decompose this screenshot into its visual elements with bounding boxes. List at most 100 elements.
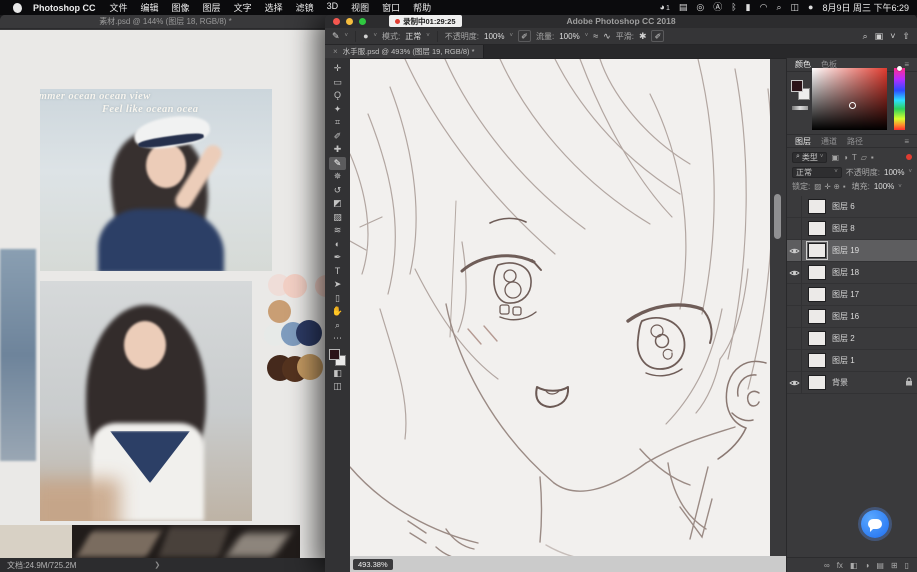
lasso-tool[interactable]: Ǫ — [329, 89, 346, 103]
layer-thumbnail[interactable] — [808, 331, 826, 346]
layer-thumbnail[interactable] — [808, 309, 826, 324]
lock-position-icon[interactable]: ⊕ — [834, 182, 840, 191]
panel-menu-icon[interactable]: ≡ — [904, 60, 909, 69]
new-layer-icon[interactable]: ⊞ — [891, 561, 898, 570]
brush-tool[interactable]: ✎ — [329, 157, 346, 171]
filter-pixel-layers-icon[interactable]: ▣ — [831, 153, 839, 162]
layer-thumbnail[interactable] — [808, 353, 826, 368]
layer-group-icon[interactable]: ▤ — [876, 561, 884, 570]
filter-smart-objects-icon[interactable]: ▪ — [871, 153, 874, 162]
foreground-background-swatches[interactable] — [329, 349, 346, 366]
reference-window[interactable]: 素材.psd @ 144% (图层 18, RGB/8) * summer oc… — [0, 15, 331, 572]
shape-tool[interactable]: ▯ — [329, 292, 346, 306]
layer-thumbnail[interactable] — [808, 375, 826, 390]
crop-tool[interactable]: ⌗ — [329, 116, 346, 130]
link-layers-icon[interactable]: ∞ — [824, 561, 830, 570]
share-icon[interactable]: ⇧ — [902, 31, 910, 42]
layer-row-2[interactable]: 图层 19 — [787, 240, 917, 262]
tab-paths[interactable]: 路径 — [847, 136, 863, 147]
reference-window-titlebar[interactable]: 素材.psd @ 144% (图层 18, RGB/8) * — [0, 15, 331, 29]
chevron-down-icon[interactable]: ˅ — [345, 33, 349, 39]
minimize-window-button[interactable] — [346, 18, 353, 25]
layer-row-7[interactable]: 图层 1 — [787, 350, 917, 372]
chat-app-badge[interactable] — [861, 510, 889, 538]
siri-icon[interactable]: ● — [808, 0, 813, 15]
brush-settings-gear-icon[interactable]: ✱ — [639, 31, 647, 42]
reference-canvas[interactable]: summer ocean ocean view Feel like ocean … — [0, 30, 331, 558]
mode-value[interactable]: 正常 — [405, 31, 421, 42]
display-mirroring-icon[interactable]: ▤ — [679, 0, 688, 15]
move-tool[interactable]: ✛ — [329, 62, 346, 76]
menu-item-2[interactable]: 图像 — [172, 1, 190, 14]
healing-brush-tool[interactable]: ✚ — [329, 143, 346, 157]
status-caret-icon[interactable]: ❯ — [154, 561, 160, 569]
app-menu-title[interactable]: Photoshop CC — [33, 3, 96, 13]
marquee-tool[interactable]: ▭ — [329, 76, 346, 90]
hand-tool[interactable]: ✋ — [329, 305, 346, 319]
photoshop-titlebar[interactable]: Adobe Photoshop CC 2018 录制中01:29:25 — [325, 14, 917, 28]
bluetooth-icon[interactable]: ᛒ — [731, 0, 736, 15]
menu-item-10[interactable]: 帮助 — [413, 1, 431, 14]
layer-visibility-empty[interactable] — [787, 196, 802, 218]
spotlight-icon[interactable]: ⌕ — [776, 0, 781, 15]
apple-menu-icon[interactable] — [13, 3, 22, 13]
tools-ellipsis-icon[interactable]: ⋯ — [329, 332, 346, 346]
input-source-icon[interactable]: Ⓐ — [713, 0, 722, 15]
filter-type-layers-icon[interactable]: T — [852, 153, 857, 162]
foreground-color-swatch[interactable] — [329, 349, 340, 360]
menu-item-5[interactable]: 选择 — [265, 1, 283, 14]
menu-item-1[interactable]: 编辑 — [141, 1, 159, 14]
layer-row-8[interactable]: 背景 — [787, 372, 917, 394]
layer-visibility-eye-icon[interactable] — [787, 372, 802, 394]
screen-mode-icon[interactable]: ◫ — [329, 380, 346, 394]
gradient-tool[interactable]: ▨ — [329, 211, 346, 225]
tab-color[interactable]: 颜色 — [795, 59, 811, 70]
layer-row-6[interactable]: 图层 2 — [787, 328, 917, 350]
type-tool[interactable]: T — [329, 265, 346, 279]
layer-row-0[interactable]: 图层 6 — [787, 196, 917, 218]
tab-layers[interactable]: 图层 — [795, 136, 811, 147]
eyedropper-tool[interactable]: ✐ — [329, 130, 346, 144]
filter-toggle-light[interactable] — [906, 154, 912, 160]
document-canvas[interactable] — [350, 59, 770, 556]
opacity-value[interactable]: 100% — [484, 32, 504, 41]
keyboard-icon[interactable]: ◫ — [791, 0, 800, 15]
zoom-tool[interactable]: ⌕ — [329, 319, 346, 333]
menu-bar-clock[interactable]: 8月9日 周三 下午6:29 — [822, 1, 909, 14]
brush-tool-options-icon[interactable]: ✎ — [332, 31, 340, 42]
layer-visibility-empty[interactable] — [787, 284, 802, 306]
hue-slider[interactable] — [894, 68, 905, 130]
history-brush-tool[interactable]: ↺ — [329, 184, 346, 198]
layer-thumbnail[interactable] — [808, 199, 826, 214]
wifi-icon[interactable]: ◠ — [760, 0, 768, 15]
layer-thumbnail[interactable] — [808, 265, 826, 280]
workspace-caret-icon[interactable]: ˅ — [890, 31, 895, 41]
layer-visibility-eye-icon[interactable] — [787, 240, 802, 262]
photoshop-window[interactable]: Adobe Photoshop CC 2018 录制中01:29:25 ✎ ˅ … — [325, 14, 917, 572]
zoom-window-button[interactable] — [359, 18, 366, 25]
blur-tool[interactable]: ≋ — [329, 224, 346, 238]
flow-value[interactable]: 100% — [559, 32, 579, 41]
layer-effects-icon[interactable]: fx — [837, 561, 843, 570]
layer-row-3[interactable]: 图层 18 — [787, 262, 917, 284]
foreground-color-well[interactable] — [791, 80, 803, 92]
quick-mask-icon[interactable]: ◧ — [329, 367, 346, 381]
layer-visibility-empty[interactable] — [787, 350, 802, 372]
layer-visibility-empty[interactable] — [787, 328, 802, 350]
chevron-down-icon[interactable]: ˅ — [374, 33, 378, 39]
layer-row-4[interactable]: 图层 17 — [787, 284, 917, 306]
search-icon[interactable]: ⌕ — [863, 31, 868, 42]
tab-close-icon[interactable]: × — [333, 47, 338, 56]
fill-value[interactable]: 100% — [874, 182, 894, 191]
tab-channels[interactable]: 通道 — [821, 136, 837, 147]
color-field-cursor[interactable] — [849, 102, 856, 109]
vertical-scrollbar[interactable] — [770, 59, 786, 556]
menu-item-6[interactable]: 滤镜 — [296, 1, 314, 14]
quick-selection-tool[interactable]: ✦ — [329, 103, 346, 117]
brush-preset-picker-icon[interactable]: ● — [363, 31, 368, 41]
chevron-down-icon[interactable]: ˅ — [509, 33, 513, 39]
saturation-brightness-field[interactable] — [812, 68, 887, 130]
menu-item-3[interactable]: 图层 — [203, 1, 221, 14]
layer-row-5[interactable]: 图层 16 — [787, 306, 917, 328]
layers-opacity-value[interactable]: 100% — [884, 168, 904, 177]
